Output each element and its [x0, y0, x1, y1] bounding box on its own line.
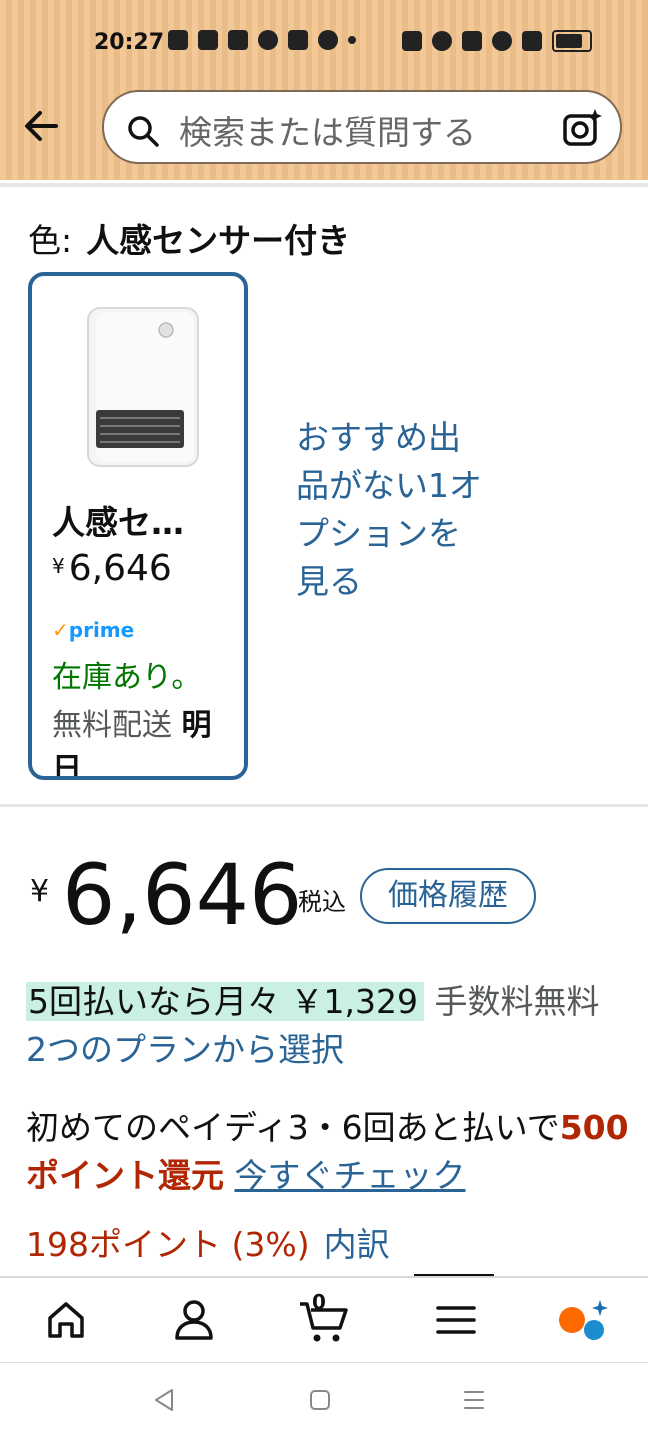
account-icon[interactable] — [170, 1296, 218, 1344]
points-info: 198ポイント (3%) 内訳 — [26, 1218, 390, 1266]
product-image — [86, 306, 200, 468]
tax-label: 税込 — [298, 888, 346, 916]
prime-check-icon: ✓ — [52, 618, 69, 642]
prime-label: prime — [68, 618, 135, 642]
bottom-nav: 0 — [0, 1276, 648, 1364]
installment-highlight: 5回払いなら月々 ￥1,329 — [26, 982, 424, 1021]
signal-icon — [522, 31, 542, 51]
nfc-icon — [402, 31, 422, 51]
points-breakdown-link[interactable]: 内訳 — [324, 1225, 390, 1264]
line-icon — [168, 30, 188, 50]
notification-icons — [168, 30, 356, 50]
search-input[interactable]: 検索または質問する — [102, 90, 622, 164]
home-icon[interactable] — [42, 1296, 90, 1344]
price-amount: 6,646 — [62, 846, 303, 944]
cart-icon[interactable]: 0 — [298, 1290, 348, 1344]
points-earned: 198ポイント (3%) — [26, 1225, 310, 1264]
variant-label-value: 人感センサー付き — [86, 221, 351, 260]
divider — [0, 183, 648, 187]
installment-info: 5回払いなら月々 ￥1,329 手数料無料 2つのプランから選択 — [26, 978, 626, 1074]
app-icon-2 — [288, 30, 308, 50]
option-price-symbol: ¥ — [52, 554, 65, 578]
camera-search-icon[interactable] — [562, 108, 602, 152]
shipping-info: 無料配送 明 — [52, 700, 212, 744]
mail-icon — [228, 30, 248, 50]
stock-status: 在庫あり。 — [52, 660, 202, 695]
shipping-day-2: 日 — [52, 752, 82, 780]
shipping-label: 無料配送 — [52, 708, 172, 743]
variant-label-key: 色: — [28, 221, 73, 260]
option-price: ¥6,646 — [52, 548, 172, 589]
system-navigation-bar — [0, 1362, 648, 1441]
app-icon-3 — [318, 30, 338, 50]
paidy-check-link[interactable]: 今すぐチェック — [235, 1156, 466, 1195]
menu-icon[interactable] — [432, 1296, 480, 1344]
back-triangle-icon[interactable] — [152, 1387, 176, 1417]
search-icon — [126, 114, 160, 152]
paidy-promo: 初めてのペイディ3・6回あと払いで500ポイント還元 今すぐチェック — [26, 1104, 636, 1200]
variant-option-card[interactable]: 人感セ… ¥6,646 ✓prime 在庫あり。 無料配送 明 日 — [28, 272, 248, 780]
battery-icon — [552, 30, 592, 52]
status-bar: 20:27 — [0, 0, 648, 80]
recents-icon[interactable] — [462, 1387, 486, 1417]
uniqlo-icon — [198, 30, 218, 50]
back-arrow-icon[interactable] — [18, 102, 66, 150]
prime-badge: ✓prime — [52, 618, 134, 642]
price-history-button[interactable]: 価格履歴 — [360, 868, 536, 924]
status-time: 20:27 — [94, 30, 165, 55]
home-square-icon[interactable] — [308, 1387, 332, 1417]
search-placeholder: 検索または質問する — [179, 113, 476, 152]
wifi-icon — [492, 31, 512, 51]
installment-plans-link[interactable]: 2つのプランから選択 — [26, 1030, 344, 1069]
divider — [0, 804, 648, 807]
option-name: 人感セ… — [52, 503, 184, 542]
installment-fee: 手数料無料 — [434, 982, 600, 1021]
rufus-assistant-icon[interactable] — [556, 1296, 608, 1344]
option-price-value: 6,646 — [68, 548, 172, 589]
search-header: 検索または質問する — [0, 80, 648, 180]
app-icon — [258, 30, 278, 50]
alarm-icon — [432, 31, 452, 51]
shipping-day: 明 — [181, 708, 212, 743]
price-symbol: ¥ — [30, 874, 50, 909]
variant-label: 色: 人感センサー付き — [28, 214, 350, 262]
see-options-link[interactable]: おすすめ出品がない1オプションを見る — [296, 414, 486, 606]
cart-count: 0 — [312, 1290, 326, 1314]
paidy-text: 初めてのペイディ3・6回あと払いで — [26, 1108, 560, 1147]
more-notifications-icon — [348, 36, 356, 44]
system-icons — [402, 30, 592, 52]
mute-icon — [462, 31, 482, 51]
